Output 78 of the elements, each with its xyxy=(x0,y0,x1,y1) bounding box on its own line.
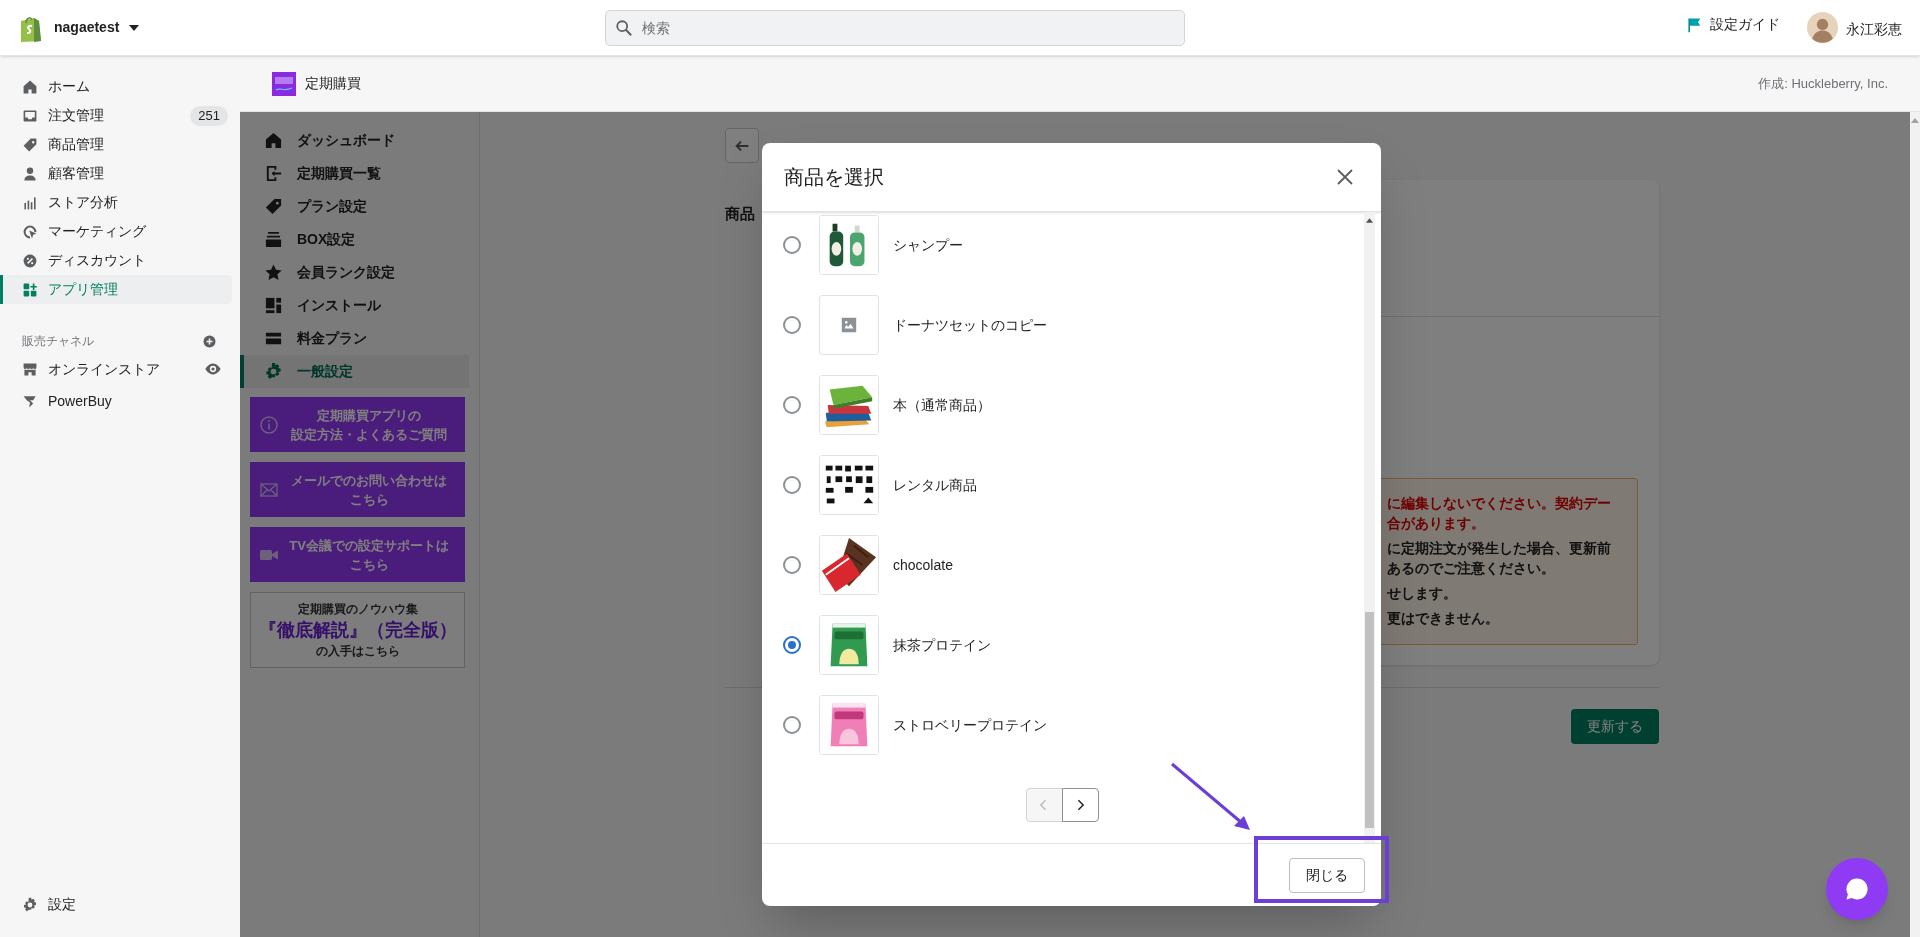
home-icon xyxy=(22,78,38,95)
setup-guide-link[interactable]: 設定ガイド xyxy=(1686,14,1780,35)
product-option[interactable]: レンタル商品 xyxy=(762,445,1362,525)
sidebar-item[interactable]: PowerBuy xyxy=(22,390,112,412)
warning-text: 更はできません。 xyxy=(1387,609,1500,628)
app-nav-item[interactable]: 定期購買一覧 xyxy=(240,157,469,190)
section-heading: 商品 xyxy=(725,205,755,222)
settings-icon xyxy=(22,896,38,913)
store-switcher[interactable]: nagaetest xyxy=(54,17,140,38)
product-option[interactable]: chocolate xyxy=(762,525,1362,605)
app-nav-item[interactable]: 料金プラン xyxy=(240,322,469,355)
user-name: 永江彩恵 xyxy=(1846,20,1902,39)
sidebar-item[interactable]: アプリ管理 xyxy=(0,275,232,304)
sidebar-item[interactable]: マーケティング xyxy=(0,217,232,246)
warning-text: に定期注文が発生した場合、更新前 あるのでご注意ください。 xyxy=(1387,539,1612,578)
app-nav-item[interactable]: 会員ランク設定 xyxy=(240,256,469,289)
target-icon xyxy=(22,223,38,240)
close-dialog-button[interactable]: 閉じる xyxy=(1289,857,1365,893)
app-title: 定期購買 xyxy=(305,74,361,93)
radio-button[interactable] xyxy=(783,236,801,254)
radio-button[interactable] xyxy=(783,636,801,654)
dialog-title: 商品を選択 xyxy=(784,165,884,190)
image-icon xyxy=(840,316,858,334)
credit-text: 作成: Huckleberry, Inc. xyxy=(1758,74,1888,93)
product-option[interactable]: ドーナツセットのコピー xyxy=(762,285,1362,365)
sidebar-item[interactable]: 設定 xyxy=(22,894,240,915)
app-logo-icon xyxy=(272,71,296,96)
scroll-up-arrow-icon[interactable] xyxy=(1366,218,1373,223)
sidebar-item[interactable]: オンラインストア xyxy=(22,358,160,380)
info-icon xyxy=(259,414,279,435)
sidebar-item[interactable]: ホーム xyxy=(0,72,232,101)
sidebar-item[interactable]: 注文管理 251 xyxy=(0,101,232,130)
discount-icon xyxy=(22,252,38,269)
search-field[interactable]: 検索 xyxy=(605,10,1185,46)
product-option[interactable]: 抹茶プロテイン xyxy=(762,605,1362,685)
warning-text: に編集しないでください。契約デー 合があります。 xyxy=(1387,494,1612,533)
settings-icon xyxy=(264,362,283,381)
scrollbar-thumb[interactable] xyxy=(1365,612,1374,828)
tag-icon xyxy=(22,136,38,153)
app-nav-item[interactable]: インストール xyxy=(240,289,469,322)
radio-button[interactable] xyxy=(783,396,801,414)
product-option[interactable]: ストロベリープロテイン xyxy=(762,685,1362,765)
search-icon xyxy=(615,19,633,37)
layout-icon xyxy=(264,296,283,315)
bar-chart-icon xyxy=(22,194,38,211)
sidebar-item[interactable]: 商品管理 xyxy=(0,130,232,159)
radio-button[interactable] xyxy=(783,316,801,334)
person-icon xyxy=(22,165,38,182)
store-icon xyxy=(22,361,38,377)
box-stack-icon xyxy=(264,230,283,249)
next-page-button[interactable] xyxy=(1061,788,1099,822)
back-button[interactable] xyxy=(725,128,759,163)
count-badge: 251 xyxy=(190,105,228,126)
app-nav-item[interactable]: BOX設定 xyxy=(240,223,469,256)
home-icon xyxy=(264,131,283,150)
sidebar-item[interactable]: 顧客管理 xyxy=(0,159,232,188)
app-nav-item[interactable]: ダッシュボード xyxy=(240,124,469,157)
product-option[interactable]: シャンプー xyxy=(762,212,1362,285)
close-icon xyxy=(1335,167,1355,187)
inbox-icon xyxy=(22,107,38,124)
radio-button[interactable] xyxy=(783,716,801,734)
exchange-icon xyxy=(264,164,283,183)
product-option[interactable]: 本（通常商品） xyxy=(762,365,1362,445)
radio-button[interactable] xyxy=(783,476,801,494)
tag-icon xyxy=(264,197,283,216)
sidebar-item[interactable]: ストア分析 xyxy=(0,188,232,217)
star-icon xyxy=(264,263,283,282)
apps-icon xyxy=(22,281,38,298)
channel-logo-icon xyxy=(22,393,38,409)
sidebar-item[interactable]: ディスカウント xyxy=(0,246,232,275)
avatar[interactable] xyxy=(1807,12,1838,43)
knowhow-banner[interactable]: 定期購買のノウハウ集 『徹底解説』（完全版） の入手はこちら xyxy=(250,592,465,668)
plus-icon xyxy=(202,333,217,349)
caret-icon xyxy=(129,24,140,31)
section-title: 販売チャネル xyxy=(22,333,94,350)
app-nav-item[interactable]: プラン設定 xyxy=(240,190,469,223)
warning-text: せします。 xyxy=(1387,584,1458,603)
radio-button[interactable] xyxy=(783,556,801,574)
